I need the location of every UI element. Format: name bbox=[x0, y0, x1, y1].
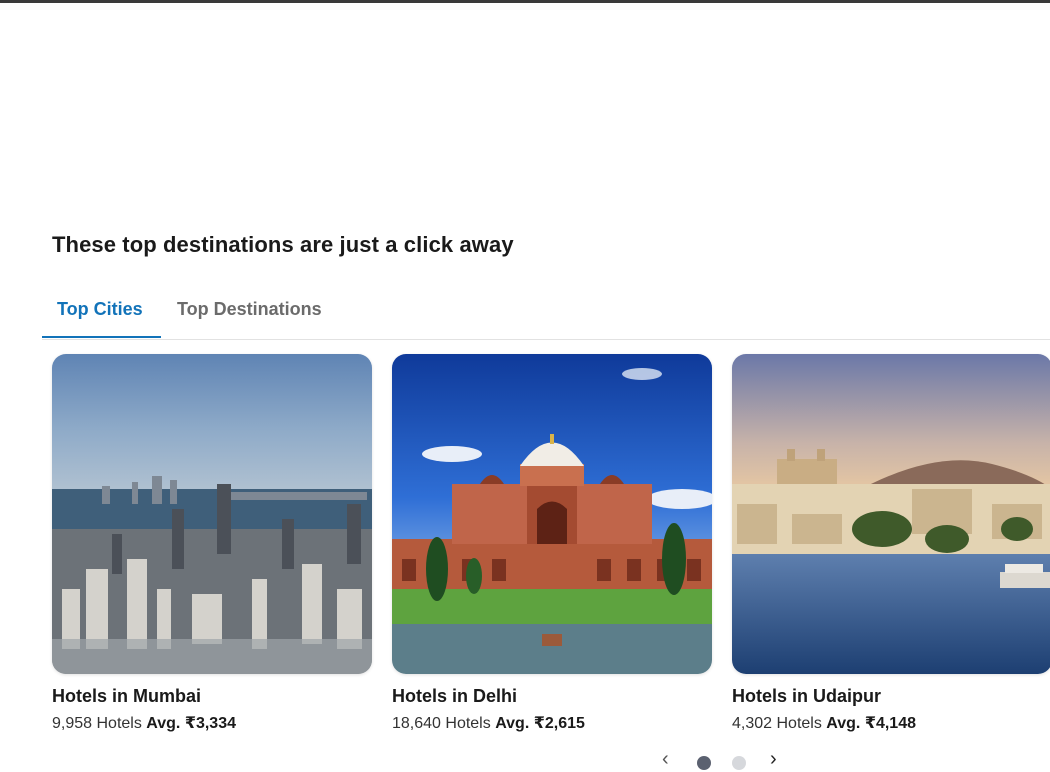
avg-label: Avg. bbox=[826, 715, 861, 732]
carousel-pagination: ‹ › bbox=[660, 748, 800, 772]
humayuns-tomb-image bbox=[392, 354, 712, 674]
hotel-count: 4,302 Hotels bbox=[732, 715, 822, 732]
card-meta: 4,302 Hotels Avg. ₹4,148 bbox=[732, 714, 1050, 734]
destination-card-udaipur[interactable]: Hotels in Udaipur 4,302 Hotels Avg. ₹4,1… bbox=[732, 354, 1050, 734]
tab-top-destinations[interactable]: Top Destinations bbox=[162, 290, 337, 337]
avg-price: ₹4,148 bbox=[864, 715, 916, 732]
card-title: Hotels in Udaipur bbox=[732, 686, 882, 706]
destination-card-mumbai[interactable]: Hotels in Mumbai 9,958 Hotels Avg. ₹3,33… bbox=[52, 354, 372, 734]
avg-price: ₹3,334 bbox=[184, 715, 236, 732]
avg-label: Avg. bbox=[146, 715, 181, 732]
chevron-right-icon[interactable]: › bbox=[770, 748, 777, 771]
destination-card-delhi[interactable]: Hotels in Delhi 18,640 Hotels Avg. ₹2,61… bbox=[392, 354, 712, 734]
udaipur-lake-palace-image bbox=[732, 354, 1050, 674]
section-title: These top destinations are just a click … bbox=[52, 232, 514, 257]
chevron-left-icon[interactable]: ‹ bbox=[662, 748, 669, 771]
carousel-dot[interactable] bbox=[732, 756, 746, 770]
carousel-dot-active[interactable] bbox=[697, 756, 711, 770]
top-divider bbox=[0, 0, 1050, 3]
tab-top-cities[interactable]: Top Cities bbox=[42, 290, 161, 338]
card-title: Hotels in Mumbai bbox=[52, 686, 202, 706]
mumbai-skyline-image bbox=[52, 354, 372, 674]
card-meta: 18,640 Hotels Avg. ₹2,615 bbox=[392, 714, 712, 734]
hotel-count: 18,640 Hotels bbox=[392, 715, 491, 732]
hotel-count: 9,958 Hotels bbox=[52, 715, 142, 732]
destination-tabs: Top Cities Top Destinations bbox=[42, 290, 1050, 340]
card-meta: 9,958 Hotels Avg. ₹3,334 bbox=[52, 714, 372, 734]
avg-label: Avg. bbox=[495, 715, 530, 732]
card-title: Hotels in Delhi bbox=[392, 686, 518, 706]
avg-price: ₹2,615 bbox=[533, 715, 585, 732]
